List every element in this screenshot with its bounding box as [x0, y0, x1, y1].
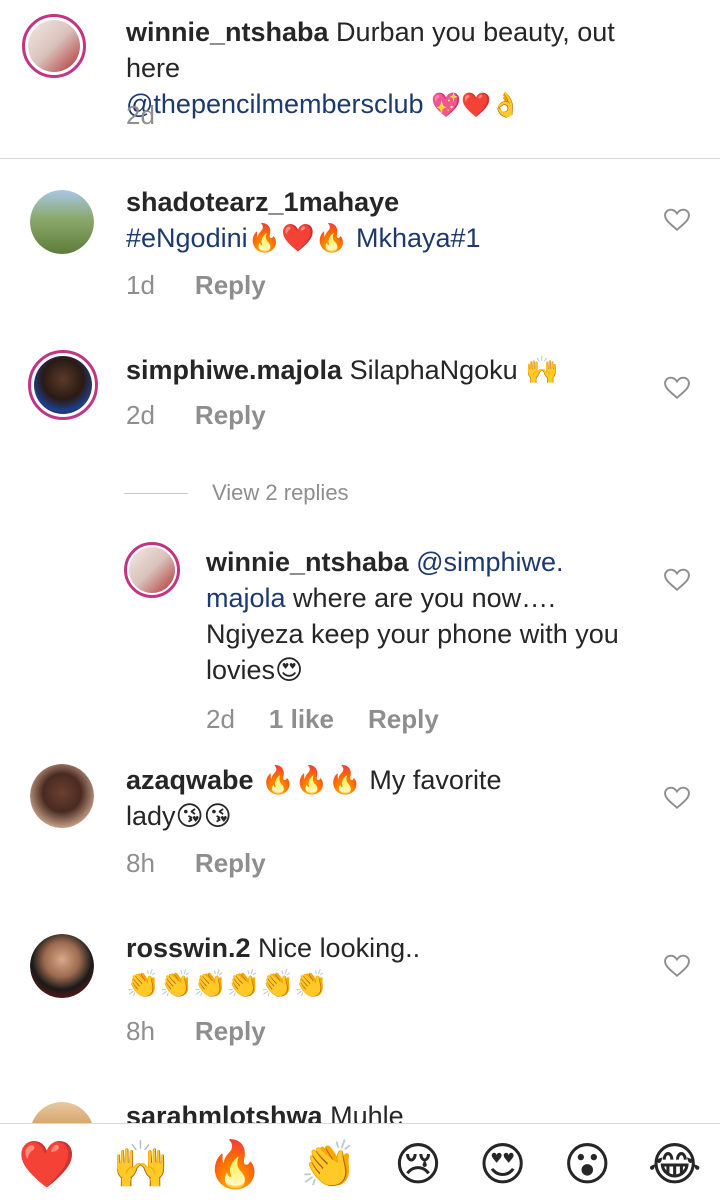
view-replies-button[interactable]: View 2 replies [124, 480, 349, 506]
divider [124, 492, 188, 494]
username[interactable]: winnie_ntshaba [206, 547, 409, 577]
avatar[interactable] [30, 190, 94, 254]
reply-button[interactable]: Reply [195, 848, 266, 879]
laughing-emoji-button[interactable]: 😂 [648, 1139, 702, 1189]
username[interactable]: azaqwabe [126, 765, 254, 795]
clapping-emoji-button[interactable]: 👏 [300, 1139, 357, 1189]
mention-link[interactable]: @thepencilmembersclub [126, 89, 424, 119]
comment-text: Ngiyeza keep your phone with you [206, 619, 619, 649]
heart-icon[interactable] [664, 786, 690, 810]
comment-text: #eNgodini🔥❤️🔥 Mkhaya#1 [126, 223, 481, 253]
crying-emoji-button[interactable]: 😢 [394, 1139, 442, 1189]
heart-icon[interactable] [664, 568, 690, 592]
comment-text: 👏👏👏👏👏👏 [126, 969, 328, 999]
view-replies-label: View 2 replies [212, 480, 349, 505]
comment-text: 🔥🔥🔥 My favorite [253, 765, 502, 795]
surprised-emoji-button[interactable]: 😮 [563, 1139, 611, 1189]
mention-link[interactable]: majola [206, 583, 286, 613]
raising-hands-emoji-button[interactable]: 🙌 [112, 1139, 169, 1189]
username[interactable]: winnie_ntshaba [126, 17, 329, 47]
timestamp: 1d [126, 270, 155, 300]
timestamp: 2d [126, 100, 155, 130]
avatar[interactable] [22, 14, 86, 78]
comment-emoji: 💖❤️👌 [431, 91, 521, 119]
comment-text: Nice looking.. [250, 933, 421, 963]
username[interactable]: rosswin.2 [126, 933, 251, 963]
mention-link[interactable]: @simphiwe. [416, 547, 563, 577]
timestamp: 2d [126, 400, 155, 430]
username[interactable]: shadotearz_1mahaye [126, 187, 399, 217]
reply-button[interactable]: Reply [368, 704, 439, 735]
reply-button[interactable]: Reply [195, 270, 266, 301]
heart-icon[interactable] [664, 376, 690, 400]
timestamp: 2d [206, 704, 235, 734]
divider [0, 158, 720, 159]
heart-eyes-emoji-button[interactable]: 😍 [479, 1139, 527, 1189]
heart-emoji-button[interactable]: ❤️ [18, 1139, 75, 1189]
comment-text: lady😘😘 [126, 801, 232, 831]
heart-icon[interactable] [664, 208, 690, 232]
reply-button[interactable]: Reply [195, 400, 266, 431]
username[interactable]: simphiwe.majola [126, 355, 342, 385]
fire-emoji-button[interactable]: 🔥 [206, 1139, 263, 1189]
timestamp: 8h [126, 1016, 155, 1046]
avatar[interactable] [28, 350, 98, 420]
timestamp: 8h [126, 848, 155, 878]
avatar[interactable] [30, 934, 94, 998]
comment-text: lovies😍 [206, 655, 304, 685]
comment-text: where are you now…. [285, 583, 556, 613]
avatar[interactable] [30, 764, 94, 828]
reply-button[interactable]: Reply [195, 1016, 266, 1047]
likes-count[interactable]: 1 like [269, 704, 334, 735]
heart-icon[interactable] [664, 954, 690, 978]
avatar[interactable] [124, 542, 180, 598]
comment-text: SilaphaNgoku 🙌 [342, 355, 559, 385]
emoji-reaction-bar: ❤️ 🙌 🔥 👏 😢 😍 😮 😂 [0, 1123, 720, 1204]
